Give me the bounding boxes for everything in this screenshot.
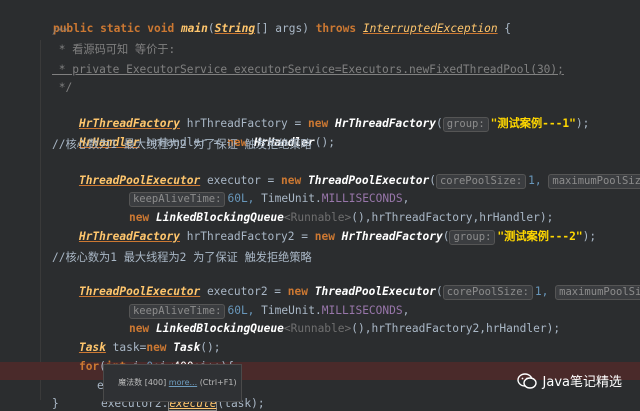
code-line-keepalive[interactable]: keepAliveTime: 60L, TimeUnit.MILLISECONDS… xyxy=(102,175,409,207)
class-name: HrThreadFactory xyxy=(78,230,180,243)
exception-type: InterruptedException xyxy=(362,22,498,35)
comment-open: /** xyxy=(52,27,69,37)
paren: ( xyxy=(435,117,443,130)
type-name: String xyxy=(214,22,256,35)
keyword-new: new xyxy=(314,230,342,243)
tooltip-more-link[interactable]: more... xyxy=(169,378,197,387)
code-editor[interactable]: public static void main(String[] args) t… xyxy=(0,0,640,411)
comment-line-2: * private ExecutorService executorServic… xyxy=(52,63,564,76)
constructor: HrThreadFactory xyxy=(341,230,443,243)
code-line-queue-2[interactable]: new LinkedBlockingQueue<Runnable>(),hrTh… xyxy=(102,305,560,335)
code-line-executor[interactable]: ThreadPoolExecutor executor = new Thread… xyxy=(52,157,640,189)
wechat-icon xyxy=(516,372,537,389)
comment-line-1: * 看源码可知 等价于: xyxy=(52,43,176,56)
tooltip-label: 魔法数 [400] xyxy=(118,378,167,387)
paren: ( xyxy=(429,174,436,187)
paren: ( xyxy=(442,230,450,243)
code-line-keepalive-2[interactable]: keepAliveTime: 60L, TimeUnit.MILLISECONDS… xyxy=(102,287,409,319)
keyword: public static void xyxy=(52,22,181,35)
comment-core-size: //核心数为1 最大线程为2 为了保证 触发拒绝策略 xyxy=(52,138,312,151)
method-name: main xyxy=(180,22,208,35)
paren-close: (); xyxy=(314,136,335,149)
param-hint: corePoolSize: xyxy=(435,174,527,189)
tooltip-shortcut: (Ctrl+F1) xyxy=(199,378,237,387)
code-line-handler[interactable]: HrHandler hrHandler = new HrHandler(); xyxy=(52,119,335,149)
code-line-threadfactory[interactable]: HrThreadFactory hrThreadFactory = new Hr… xyxy=(52,100,589,132)
inspection-tooltip[interactable]: 魔法数 [400] more... (Ctrl+F1) xyxy=(103,364,242,402)
closing-brace: } xyxy=(52,397,59,410)
comment-close: */ xyxy=(52,81,73,94)
code-line-threadfactory2[interactable]: HrThreadFactory hrThreadFactory2 = new H… xyxy=(52,213,596,245)
watermark-text: Java笔记精选 xyxy=(542,375,622,390)
code-line-task[interactable]: Task task=new Task(); xyxy=(52,324,221,354)
string-literal: "测试案例---1" xyxy=(490,117,576,130)
param-hint: corePoolSize: xyxy=(442,285,533,300)
watermark: Java笔记精选 xyxy=(516,371,622,390)
generic-type: <Runnable> xyxy=(283,322,352,335)
paren-close: ); xyxy=(575,117,590,130)
code-line-executor2[interactable]: ThreadPoolExecutor executor2 = new Threa… xyxy=(52,268,640,300)
param-hint: group: xyxy=(449,230,496,245)
number-literal: 1, xyxy=(528,174,542,187)
indent-guide xyxy=(40,40,41,400)
brace: { xyxy=(497,22,512,35)
constructor: HrThreadFactory xyxy=(334,117,436,130)
number-literal: 1, xyxy=(534,285,549,298)
param-hint: group: xyxy=(442,117,489,132)
params: [] args) xyxy=(255,22,316,35)
comment-core-size-2: //核心数为1 最大线程为2 为了保证 触发拒绝策略 xyxy=(52,251,312,264)
keyword-throws: throws xyxy=(315,22,363,35)
code-line-queue[interactable]: new LinkedBlockingQueue<Runnable>(),hrTh… xyxy=(102,194,553,224)
args: (),hrThreadFactory2,hrHandler); xyxy=(351,322,561,335)
paren-close: ); xyxy=(582,230,597,243)
code-line-for-loop[interactable]: for(int i=0;i<400;i++){ xyxy=(52,343,234,373)
code-line-main-signature[interactable]: public static void main(String[] args) t… xyxy=(26,5,511,35)
variable: hrThreadFactory2 = xyxy=(180,230,315,243)
string-literal: "测试案例---2" xyxy=(497,230,583,243)
param-hint: maximumPoolSize: xyxy=(548,174,640,189)
param-hint: maximumPoolSize: xyxy=(555,285,640,300)
paren: ( xyxy=(207,22,215,35)
paren: ( xyxy=(435,285,443,298)
